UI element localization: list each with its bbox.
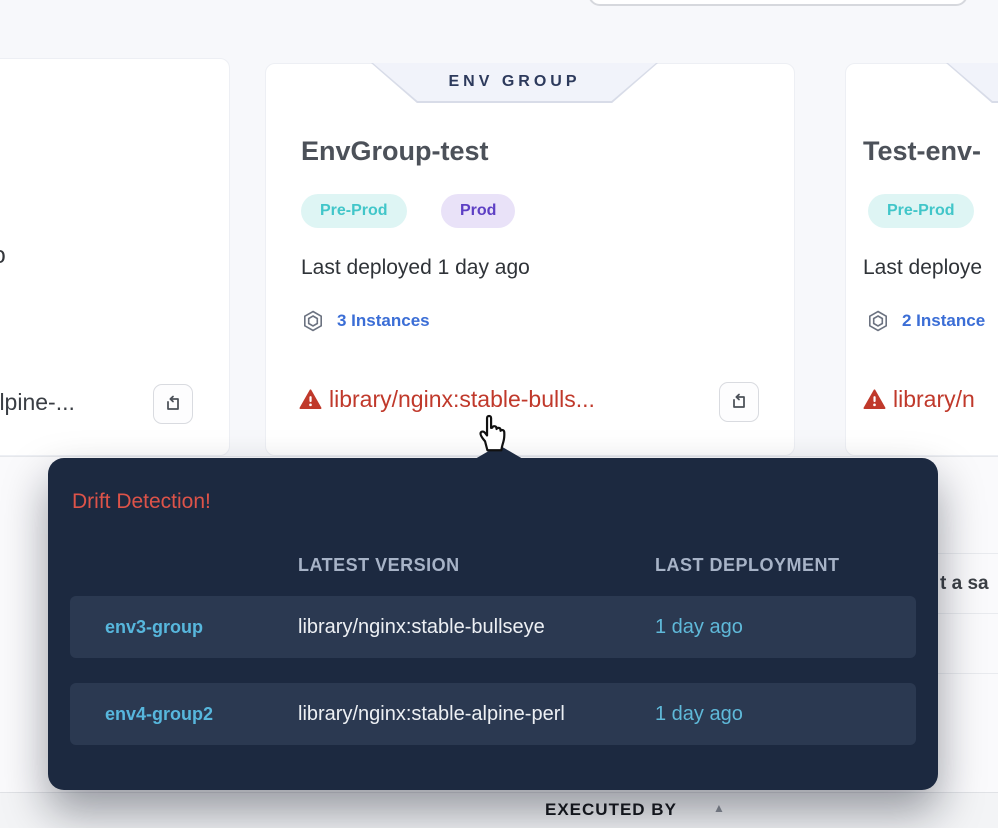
env-card-envgroup-test[interactable]: ENV GROUP EnvGroup-test Pre-Prod Prod La… <box>265 63 795 456</box>
top-bar-fragment[interactable] <box>588 0 968 6</box>
hexagon-icon <box>866 309 890 333</box>
env-group-ribbon <box>946 63 998 103</box>
hand-cursor-icon <box>470 408 514 454</box>
warning-icon <box>299 389 322 410</box>
env-group-link[interactable]: env4-group2 <box>105 683 213 745</box>
table-row: env3-group library/nginx:stable-bullseye… <box>70 596 916 658</box>
table-header-bar: EXECUTED BY ▲ <box>0 792 998 828</box>
env-card-left[interactable]: go -alpine-... <box>0 58 230 456</box>
last-deployed-text: Last deployed 1 day ago <box>301 256 530 280</box>
image-name-fragment: -alpine-... <box>0 389 75 416</box>
env-group-ribbon-label: ENV GROUP <box>448 73 580 91</box>
copy-image-button[interactable] <box>719 382 759 422</box>
table-row-divider <box>938 613 998 614</box>
card-title: EnvGroup-test <box>301 136 489 167</box>
instances-label: 3 Instances <box>337 311 430 331</box>
copy-icon <box>729 392 749 412</box>
sort-asc-icon[interactable]: ▲ <box>713 801 725 815</box>
warning-icon <box>863 389 886 410</box>
last-deployment-value: 1 day ago <box>655 596 743 658</box>
table-row-divider <box>938 553 998 554</box>
last-deployment-value: 1 day ago <box>655 683 743 745</box>
latest-version-value: library/nginx:stable-alpine-perl <box>298 683 565 745</box>
env-group-link[interactable]: env3-group <box>105 596 203 658</box>
badge-pre-prod: Pre-Prod <box>301 194 407 228</box>
column-header-last-deployment: LAST DEPLOYMENT <box>655 555 840 576</box>
drift-image-link[interactable]: library/n <box>863 386 975 413</box>
table-row: env4-group2 library/nginx:stable-alpine-… <box>70 683 916 745</box>
copy-icon <box>163 394 183 414</box>
badge-prod: Prod <box>441 194 515 228</box>
env-card-test-env[interactable]: Test-env- Pre-Prod Last deploye 2 Instan… <box>845 63 998 456</box>
drift-image-link[interactable]: library/nginx:stable-bulls... <box>299 386 595 413</box>
column-header-latest-version: LATEST VERSION <box>298 555 460 576</box>
executed-by-column-header[interactable]: EXECUTED BY <box>545 800 677 820</box>
table-cell-fragment: t a sa <box>940 573 989 595</box>
instances-link[interactable]: 3 Instances <box>301 309 430 333</box>
instances-label: 2 Instance <box>902 311 985 331</box>
latest-version-value: library/nginx:stable-bullseye <box>298 596 545 658</box>
tooltip-title: Drift Detection! <box>72 490 211 514</box>
dashboard-page: go -alpine-... ENV GROUP EnvGroup-test P… <box>0 0 998 828</box>
instances-link[interactable]: 2 Instance <box>866 309 985 333</box>
image-name-text: library/nginx:stable-bulls... <box>329 386 595 413</box>
hexagon-icon <box>301 309 325 333</box>
drift-detection-tooltip: Drift Detection! LATEST VERSION LAST DEP… <box>48 458 938 790</box>
badge-pre-prod: Pre-Prod <box>868 194 974 228</box>
last-deployed-text: Last deploye <box>863 256 982 280</box>
copy-image-button[interactable] <box>153 384 193 424</box>
env-group-ribbon: ENV GROUP <box>371 63 658 103</box>
image-name-text: library/n <box>893 386 975 413</box>
card-title: Test-env- <box>863 136 981 167</box>
table-row-divider <box>938 673 998 674</box>
last-deployed-fragment: go <box>0 242 6 270</box>
